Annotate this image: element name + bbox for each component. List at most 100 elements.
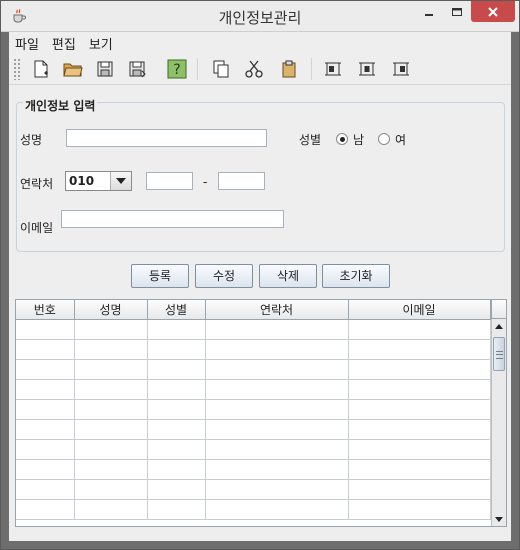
table-cell[interactable] — [74, 459, 148, 480]
table-cell[interactable] — [74, 419, 148, 440]
table-row[interactable] — [16, 339, 491, 360]
chevron-down-icon[interactable] — [110, 172, 131, 190]
table-row[interactable] — [16, 359, 491, 380]
table-cell[interactable] — [74, 399, 148, 420]
align-center-icon[interactable] — [355, 57, 379, 81]
table-cell[interactable] — [348, 479, 491, 500]
records-table[interactable]: 번호 성명 성별 연락처 이메일 — [15, 299, 507, 527]
table-cell[interactable] — [205, 379, 349, 400]
table-cell[interactable] — [16, 459, 75, 480]
table-cell[interactable] — [205, 439, 349, 460]
align-left-icon[interactable] — [321, 57, 345, 81]
column-header-name[interactable]: 성명 — [74, 300, 148, 320]
save-as-icon[interactable] — [125, 57, 149, 81]
table-cell[interactable] — [147, 399, 206, 420]
help-icon[interactable]: ? — [165, 57, 189, 81]
menu-file[interactable]: 파일 — [15, 34, 39, 53]
table-cell[interactable] — [74, 439, 148, 460]
table-cell[interactable] — [74, 499, 148, 520]
table-row[interactable] — [16, 479, 491, 500]
table-cell[interactable] — [205, 359, 349, 380]
scroll-thumb[interactable] — [493, 337, 505, 371]
table-cell[interactable] — [16, 379, 75, 400]
table-row[interactable] — [16, 499, 491, 520]
contact-middle-field[interactable] — [146, 172, 193, 190]
table-cell[interactable] — [348, 459, 491, 480]
align-right-icon[interactable] — [389, 57, 413, 81]
table-row[interactable] — [16, 459, 491, 480]
table-cell[interactable] — [348, 339, 491, 360]
menu-edit[interactable]: 편집 — [52, 34, 76, 53]
email-field[interactable] — [61, 210, 284, 228]
delete-button[interactable]: 삭제 — [259, 264, 317, 288]
vertical-scrollbar[interactable] — [491, 319, 506, 526]
cut-icon[interactable] — [242, 57, 266, 81]
table-cell[interactable] — [205, 319, 349, 340]
table-cell[interactable] — [348, 359, 491, 380]
column-header-no[interactable]: 번호 — [16, 300, 75, 320]
column-header-gender[interactable]: 성별 — [147, 300, 206, 320]
table-row[interactable] — [16, 439, 491, 460]
table-cell[interactable] — [74, 339, 148, 360]
table-cell[interactable] — [147, 379, 206, 400]
table-cell[interactable] — [205, 339, 349, 360]
toolbar-grip[interactable] — [13, 58, 21, 80]
table-cell[interactable] — [16, 399, 75, 420]
edit-button[interactable]: 수정 — [195, 264, 253, 288]
table-row[interactable] — [16, 379, 491, 400]
reset-button[interactable]: 초기화 — [322, 264, 390, 288]
table-cell[interactable] — [74, 359, 148, 380]
table-cell[interactable] — [74, 479, 148, 500]
table-cell[interactable] — [205, 459, 349, 480]
menu-view[interactable]: 보기 — [89, 34, 113, 53]
table-cell[interactable] — [147, 319, 206, 340]
scroll-up-icon[interactable] — [492, 319, 506, 333]
table-cell[interactable] — [348, 499, 491, 520]
table-cell[interactable] — [147, 339, 206, 360]
scroll-down-icon[interactable] — [492, 512, 506, 526]
table-cell[interactable] — [16, 419, 75, 440]
table-cell[interactable] — [16, 319, 75, 340]
minimize-button[interactable] — [415, 1, 443, 22]
table-cell[interactable] — [74, 379, 148, 400]
table-cell[interactable] — [74, 319, 148, 340]
table-cell[interactable] — [16, 479, 75, 500]
name-field[interactable] — [66, 129, 267, 147]
table-cell[interactable] — [348, 319, 491, 340]
gender-female-radio[interactable] — [378, 133, 390, 145]
table-row[interactable] — [16, 399, 491, 420]
table-cell[interactable] — [205, 499, 349, 520]
contact-prefix-select[interactable]: 010 — [65, 171, 132, 191]
table-cell[interactable] — [16, 339, 75, 360]
copy-icon[interactable] — [209, 57, 233, 81]
title-bar[interactable]: 개인정보관리 — [1, 1, 519, 32]
open-folder-icon[interactable] — [61, 57, 85, 81]
table-cell[interactable] — [147, 439, 206, 460]
table-cell[interactable] — [147, 479, 206, 500]
table-cell[interactable] — [147, 359, 206, 380]
table-row[interactable] — [16, 319, 491, 340]
gender-male-radio[interactable] — [336, 133, 348, 145]
table-cell[interactable] — [205, 479, 349, 500]
table-cell[interactable] — [348, 419, 491, 440]
table-cell[interactable] — [16, 439, 75, 460]
maximize-button[interactable] — [443, 1, 471, 22]
table-row[interactable] — [16, 419, 491, 440]
new-file-icon[interactable] — [29, 57, 53, 81]
paste-icon[interactable] — [277, 57, 301, 81]
table-cell[interactable] — [16, 359, 75, 380]
table-cell[interactable] — [147, 419, 206, 440]
table-cell[interactable] — [348, 399, 491, 420]
save-icon[interactable] — [93, 57, 117, 81]
table-cell[interactable] — [348, 439, 491, 460]
column-header-contact[interactable]: 연락처 — [205, 300, 349, 320]
contact-last-field[interactable] — [218, 172, 265, 190]
close-button[interactable] — [471, 1, 515, 22]
register-button[interactable]: 등록 — [131, 264, 189, 288]
table-cell[interactable] — [205, 399, 349, 420]
table-cell[interactable] — [205, 419, 349, 440]
table-cell[interactable] — [16, 499, 75, 520]
table-cell[interactable] — [147, 459, 206, 480]
table-cell[interactable] — [147, 499, 206, 520]
table-cell[interactable] — [348, 379, 491, 400]
